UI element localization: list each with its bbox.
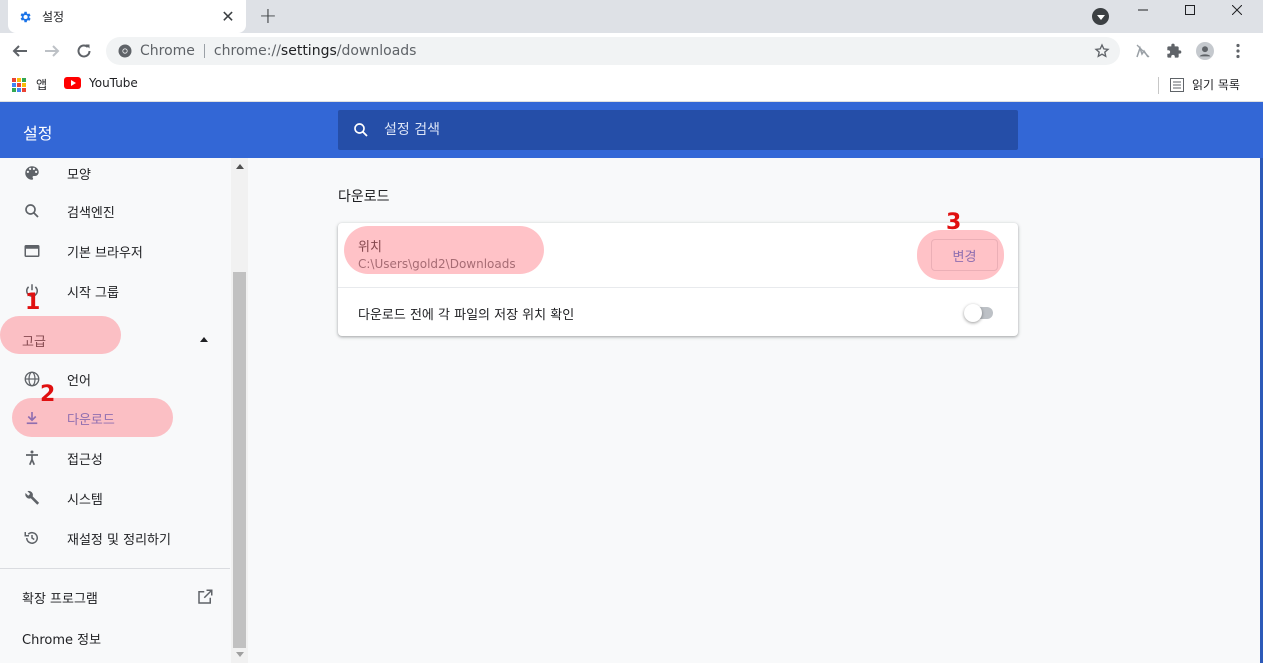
power-icon <box>22 281 42 301</box>
bookmarks-separator <box>1158 77 1159 94</box>
sidebar-advanced[interactable]: 고급 <box>22 331 46 350</box>
sidebar-item-search-engine[interactable]: 검색엔진 <box>0 196 230 226</box>
sidebar-item-appearance[interactable]: 모양 <box>0 158 230 188</box>
extensions-puzzle-icon[interactable] <box>1165 42 1183 60</box>
download-icon <box>22 408 42 428</box>
sidebar-item-accessibility[interactable]: 접근성 <box>0 443 230 473</box>
sidebar-item-label: 기본 브라우저 <box>67 245 143 261</box>
open-in-new-icon[interactable] <box>196 588 214 606</box>
sidebar-item-on-startup[interactable]: 시작 그룹 <box>0 276 230 306</box>
bookmark-apps[interactable]: 앱 <box>12 76 47 93</box>
location-row: 위치 C:\Users\gold2\Downloads 변경 <box>338 223 1018 287</box>
tab-search-icon[interactable] <box>1092 8 1109 25</box>
tab-title: 설정 <box>42 10 65 24</box>
toolbar: Chrome chrome://settings/downloads <box>0 33 1263 69</box>
reading-list-button[interactable]: 읽기 목록 <box>1170 76 1240 93</box>
main-content: 다운로드 위치 C:\Users\gold2\Downloads 변경 다운로드… <box>248 158 1260 663</box>
ask-location-toggle[interactable] <box>964 304 996 322</box>
sidebar-item-label: 재설정 및 정리하기 <box>67 532 171 548</box>
back-arrow-icon[interactable] <box>8 39 32 63</box>
search-icon <box>22 201 42 221</box>
sidebar-item-downloads[interactable]: 다운로드 <box>0 403 230 433</box>
omnibox-site-label: Chrome <box>140 43 195 59</box>
maximize-icon[interactable] <box>1167 0 1213 20</box>
new-tab-button[interactable]: + <box>258 4 278 29</box>
minimize-icon[interactable] <box>1120 0 1166 20</box>
omnibox-separator <box>203 44 205 58</box>
change-button[interactable]: 변경 <box>931 239 998 271</box>
menu-dots-icon[interactable] <box>1229 42 1247 60</box>
settings-search[interactable] <box>338 110 1018 150</box>
reading-list-label: 읽기 목록 <box>1192 78 1240 92</box>
sidebar-extensions-link[interactable]: 확장 프로그램 <box>22 588 98 607</box>
accessibility-icon <box>22 448 42 468</box>
scrollbar-thumb[interactable] <box>233 272 246 648</box>
window-close-icon[interactable] <box>1214 0 1260 20</box>
toggle-knob <box>964 304 982 322</box>
wrench-icon <box>22 488 42 508</box>
ask-location-label: 다운로드 전에 각 파일의 저장 위치 확인 <box>358 308 575 323</box>
sidebar-item-system[interactable]: 시스템 <box>0 483 230 513</box>
forward-arrow-icon[interactable] <box>40 39 64 63</box>
downloads-card: 위치 C:\Users\gold2\Downloads 변경 다운로드 전에 각… <box>338 223 1018 336</box>
bookmark-youtube-label: YouTube <box>89 76 138 90</box>
sidebar-item-label: 시작 그룹 <box>67 285 119 301</box>
address-bar[interactable]: Chrome chrome://settings/downloads <box>106 37 1120 65</box>
youtube-icon <box>64 77 81 89</box>
bookmark-apps-label: 앱 <box>36 78 48 92</box>
tab-settings[interactable]: 설정 ✕ <box>8 0 246 33</box>
sidebar-item-language[interactable]: 언어 <box>0 364 230 394</box>
cast-icon[interactable] <box>1134 42 1152 60</box>
palette-icon <box>22 163 42 183</box>
search-icon <box>352 121 370 139</box>
bookmark-youtube[interactable]: YouTube <box>64 76 138 90</box>
location-path: C:\Users\gold2\Downloads <box>358 257 516 271</box>
section-title: 다운로드 <box>338 189 390 205</box>
sidebar-scrollbar[interactable] <box>231 158 248 663</box>
sidebar-item-label: 다운로드 <box>67 412 115 428</box>
sidebar-item-label: 언어 <box>67 373 91 389</box>
star-icon[interactable] <box>1094 43 1110 59</box>
sidebar-item-reset[interactable]: 재설정 및 정리하기 <box>0 523 230 553</box>
settings-header: 설정 <box>0 102 1263 158</box>
sidebar-item-label: 시스템 <box>67 492 103 508</box>
globe-icon <box>22 369 42 389</box>
history-icon <box>22 528 42 548</box>
search-input[interactable] <box>384 122 984 138</box>
ask-location-row[interactable]: 다운로드 전에 각 파일의 저장 위치 확인 <box>338 288 1018 336</box>
scroll-up-arrow-icon[interactable] <box>236 164 244 169</box>
sidebar-item-default-browser[interactable]: 기본 브라우저 <box>0 236 230 266</box>
apps-grid-icon <box>12 77 26 92</box>
reload-icon[interactable] <box>72 39 96 63</box>
bookmarks-bar: 앱 YouTube 읽기 목록 <box>0 69 1263 102</box>
close-icon[interactable]: ✕ <box>220 7 236 26</box>
sidebar-divider <box>0 568 230 569</box>
page-title: 설정 <box>23 124 53 143</box>
profile-avatar-icon[interactable] <box>1196 42 1214 60</box>
gear-icon <box>18 10 32 24</box>
sidebar-about-chrome[interactable]: Chrome 정보 <box>22 629 101 648</box>
sidebar-item-label: 접근성 <box>67 452 103 468</box>
sidebar-item-label: 검색엔진 <box>67 205 115 221</box>
tab-strip: 설정 ✕ + <box>0 0 1263 33</box>
chrome-logo-icon <box>118 44 132 58</box>
browser-window-icon <box>22 241 42 261</box>
sidebar: 모양 검색엔진 기본 브라우저 시작 그룹 고급 언어 다운로드 접근성 시스템… <box>0 158 248 663</box>
sidebar-item-label: 모양 <box>67 167 91 183</box>
chevron-up-icon[interactable] <box>200 337 208 342</box>
reading-list-icon <box>1170 77 1184 92</box>
location-label: 위치 <box>358 240 382 255</box>
omnibox-url: chrome://settings/downloads <box>213 43 417 59</box>
scroll-down-arrow-icon[interactable] <box>236 652 244 657</box>
